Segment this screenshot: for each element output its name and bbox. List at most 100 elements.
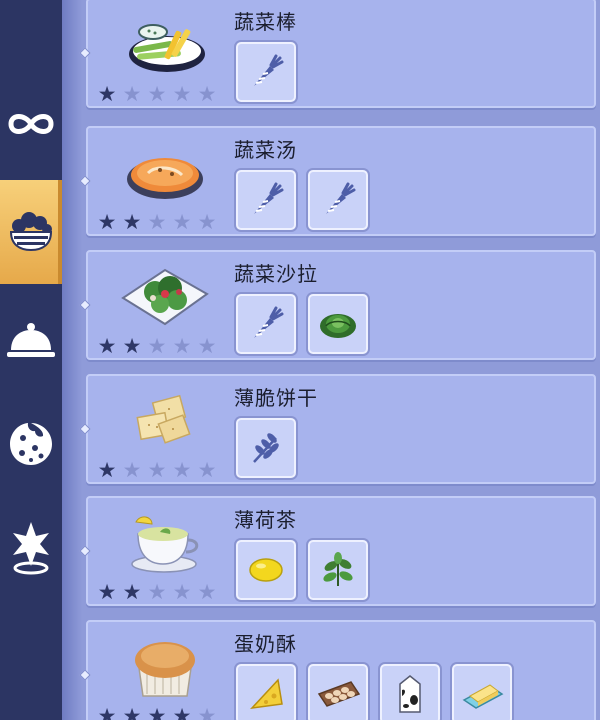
recipe-name: 蔬菜汤 <box>234 138 297 162</box>
star-filled-icon: ★ <box>97 210 117 234</box>
star-rating: ★ ★ ★ ★ ★ <box>96 582 218 603</box>
card-pointer <box>79 47 91 59</box>
recipe-card[interactable]: ★ ★ ★ ★ ★ 蔬菜汤 <box>79 126 596 236</box>
star-empty-icon: ★ <box>197 704 217 720</box>
star-empty-icon: ★ <box>197 334 217 358</box>
star-rating: ★ ★ ★ ★ ★ <box>96 460 218 481</box>
cloche-icon <box>7 323 55 357</box>
cabbage-icon <box>320 314 356 338</box>
salad-bowl-icon <box>9 212 53 252</box>
recipe-name: 薄脆饼干 <box>234 386 318 410</box>
star-rating: ★ ★ ★ ★ ★ <box>96 212 218 233</box>
ingredient-list <box>236 42 296 102</box>
card-pointer <box>79 299 91 311</box>
ingredient-slot[interactable] <box>308 540 368 600</box>
ingredient-slot[interactable] <box>308 664 368 720</box>
star-empty-icon: ★ <box>172 580 192 604</box>
ingredient-slot[interactable] <box>308 294 368 354</box>
tab-salads[interactable] <box>0 180 62 284</box>
mint-icon <box>323 552 353 586</box>
star-filled-icon: ★ <box>122 334 142 358</box>
star-filled-icon: ★ <box>122 704 142 720</box>
star-filled-icon: ★ <box>97 580 117 604</box>
star-filled-icon: ★ <box>122 210 142 234</box>
star-empty-icon: ★ <box>197 82 217 106</box>
carrot-icon <box>254 306 284 338</box>
star-empty-icon: ★ <box>147 82 167 106</box>
card-pointer <box>79 175 91 187</box>
ingredient-slot[interactable] <box>380 664 440 720</box>
recipe-list: ★ ★ ★ ★ ★ 蔬菜棒 ★ ★ ★ ★ ★ 蔬菜汤 ★ ★ ★ ★ ★ 蔬菜… <box>78 0 600 720</box>
star-rating: ★ ★ ★ ★ ★ <box>96 336 218 357</box>
recipe-card[interactable]: ★ ★ ★ ★ ★ 蔬菜沙拉 <box>79 250 596 360</box>
star-filled-icon: ★ <box>172 704 192 720</box>
mint-tea-icon <box>110 508 220 578</box>
veggie-sticks-icon <box>110 10 220 80</box>
eggs-icon <box>317 681 361 707</box>
carrot-icon <box>326 182 356 214</box>
recipe-card[interactable]: ★ ★ ★ ★ ★ 薄荷茶 <box>79 496 596 606</box>
recipe-card[interactable]: ★ ★ ★ ★ ★ 蛋奶酥 <box>79 620 596 720</box>
tab-special[interactable] <box>0 500 62 596</box>
card-pointer <box>79 669 91 681</box>
milk-icon <box>399 675 421 713</box>
star-pin-icon <box>13 522 49 575</box>
star-empty-icon: ★ <box>172 82 192 106</box>
star-empty-icon: ★ <box>122 82 142 106</box>
star-empty-icon: ★ <box>147 334 167 358</box>
ingredient-slot[interactable] <box>236 42 296 102</box>
star-empty-icon: ★ <box>172 210 192 234</box>
recipe-card[interactable]: ★ ★ ★ ★ ★ 薄脆饼干 <box>79 374 596 484</box>
star-rating: ★ ★ ★ ★ ★ <box>96 84 218 105</box>
carrot-icon <box>254 182 284 214</box>
star-rating: ★ ★ ★ ★ ★ <box>96 706 218 720</box>
star-filled-icon: ★ <box>147 704 167 720</box>
tab-all[interactable] <box>0 76 62 172</box>
star-filled-icon: ★ <box>122 580 142 604</box>
card-pointer <box>79 423 91 435</box>
star-empty-icon: ★ <box>147 458 167 482</box>
ingredient-list <box>236 170 368 230</box>
star-empty-icon: ★ <box>197 210 217 234</box>
souffle-icon <box>110 632 220 702</box>
ingredient-slot[interactable] <box>236 170 296 230</box>
ingredient-slot[interactable] <box>236 294 296 354</box>
tab-dishes[interactable] <box>0 292 62 388</box>
ingredient-slot[interactable] <box>236 540 296 600</box>
ingredient-list <box>236 540 368 600</box>
vegetable-soup-icon <box>110 138 220 208</box>
ingredient-slot[interactable] <box>236 664 296 720</box>
star-filled-icon: ★ <box>97 334 117 358</box>
recipe-card[interactable]: ★ ★ ★ ★ ★ 蔬菜棒 <box>79 0 596 108</box>
recipe-name: 薄荷茶 <box>234 508 297 532</box>
ingredient-list <box>236 294 368 354</box>
tab-desserts[interactable] <box>0 396 62 492</box>
star-empty-icon: ★ <box>172 458 192 482</box>
star-filled-icon: ★ <box>97 458 117 482</box>
star-filled-icon: ★ <box>97 82 117 106</box>
category-sidebar <box>0 0 62 720</box>
lemon-icon <box>249 558 283 582</box>
star-empty-icon: ★ <box>172 334 192 358</box>
ingredient-slot[interactable] <box>452 664 512 720</box>
wheat-icon <box>253 433 279 463</box>
salad-icon <box>110 262 220 332</box>
star-empty-icon: ★ <box>147 210 167 234</box>
ingredient-slot[interactable] <box>236 418 296 478</box>
crackers-icon <box>110 386 220 456</box>
butter-icon <box>462 684 504 709</box>
star-empty-icon: ★ <box>122 458 142 482</box>
card-pointer <box>79 545 91 557</box>
star-filled-icon: ★ <box>97 704 117 720</box>
star-empty-icon: ★ <box>197 458 217 482</box>
ingredient-list <box>236 664 512 720</box>
ingredient-slot[interactable] <box>308 170 368 230</box>
star-empty-icon: ★ <box>197 580 217 604</box>
recipe-name: 蛋奶酥 <box>234 632 297 656</box>
cookie-icon <box>10 423 52 465</box>
infinity-icon <box>8 114 54 134</box>
star-empty-icon: ★ <box>147 580 167 604</box>
cheese-icon <box>250 678 283 710</box>
recipe-name: 蔬菜棒 <box>234 10 297 34</box>
recipe-name: 蔬菜沙拉 <box>234 262 318 286</box>
